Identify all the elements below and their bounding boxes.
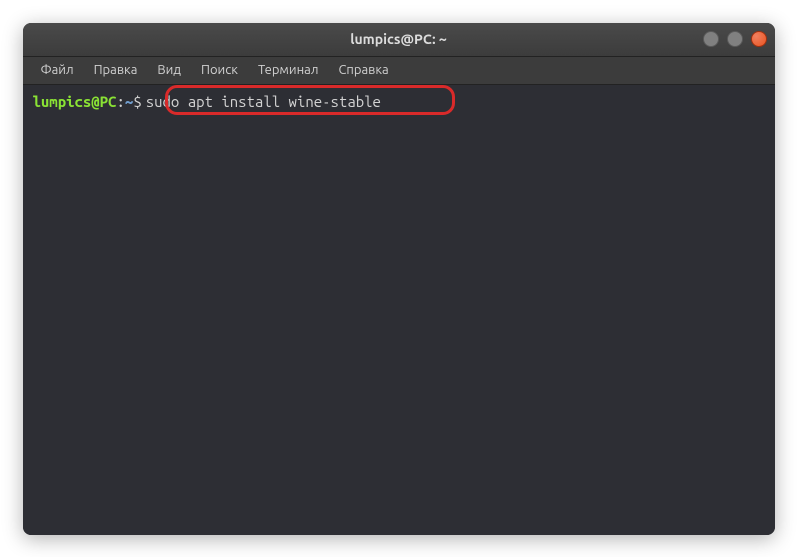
- minimize-button[interactable]: [703, 31, 719, 47]
- prompt-symbol: $: [133, 91, 141, 114]
- terminal-line: lumpics@PC:~$ sudo apt install wine-stab…: [33, 91, 765, 114]
- menu-view[interactable]: Вид: [149, 60, 189, 80]
- close-button[interactable]: [751, 31, 767, 47]
- window-controls: [703, 31, 767, 47]
- maximize-button[interactable]: [727, 31, 743, 47]
- prompt-colon: :: [117, 91, 125, 114]
- menubar: Файл Правка Вид Поиск Терминал Справка: [23, 57, 775, 85]
- prompt-user: lumpics@PC: [33, 91, 117, 114]
- prompt-path: ~: [125, 91, 133, 114]
- window-title: lumpics@PC: ~: [350, 31, 447, 47]
- menu-search[interactable]: Поиск: [193, 60, 246, 80]
- menu-file[interactable]: Файл: [33, 60, 82, 80]
- command-text: sudo apt install wine-stable: [146, 91, 381, 114]
- terminal-body[interactable]: lumpics@PC:~$ sudo apt install wine-stab…: [23, 85, 775, 535]
- menu-edit[interactable]: Правка: [86, 60, 146, 80]
- terminal-window: lumpics@PC: ~ Файл Правка Вид Поиск Терм…: [23, 23, 775, 535]
- menu-help[interactable]: Справка: [330, 60, 396, 80]
- titlebar: lumpics@PC: ~: [23, 23, 775, 57]
- menu-terminal[interactable]: Терминал: [250, 60, 326, 80]
